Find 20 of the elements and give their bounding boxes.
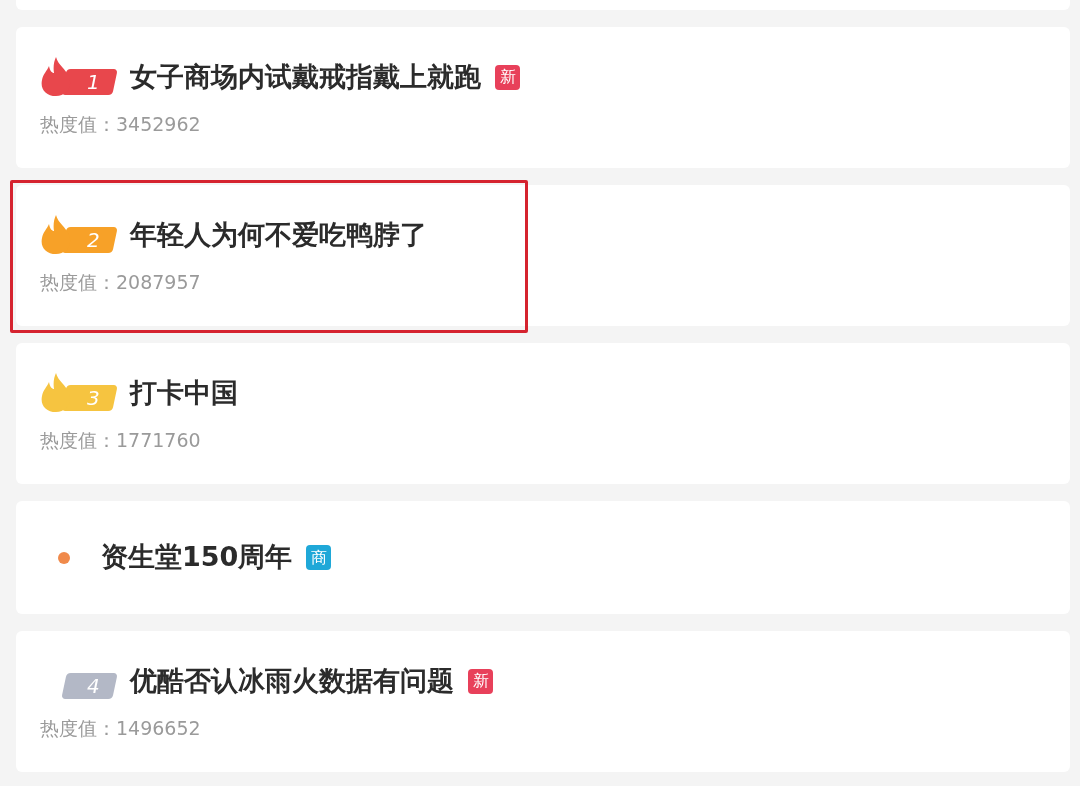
trending-item[interactable]: 4 优酷否认冰雨火数据有问题 新 热度值：1496652 (16, 631, 1070, 772)
topic-title[interactable]: 优酷否认冰雨火数据有问题 (130, 661, 454, 702)
heat-value: 热度值：3452962 (40, 111, 202, 137)
rank-number: 2 (86, 230, 100, 251)
heat-value: 热度值：1771760 (40, 427, 202, 453)
heat-value: 热度值：2087957 (40, 269, 202, 295)
topic-title[interactable]: 资生堂150周年 (101, 537, 293, 578)
heat-value: 热度值：1496652 (40, 715, 202, 741)
trending-item[interactable]: 1 女子商场内试戴戒指戴上就跑 新 热度值：3452962 (16, 27, 1070, 168)
tag-label: 商 (306, 545, 332, 570)
rank-number: 4 (86, 676, 100, 697)
trending-item[interactable]: 3 打卡中国 热度值：1771760 (16, 343, 1070, 484)
topic-title[interactable]: 女子商场内试戴戒指戴上就跑 (130, 57, 481, 98)
topic-title[interactable]: 打卡中国 (130, 373, 238, 414)
rank-number: 3 (86, 388, 100, 409)
tag-label: 新 (468, 668, 493, 694)
rank-number: 1 (86, 72, 100, 93)
topic-title[interactable]: 年轻人为何不爱吃鸭脖了 (130, 215, 427, 256)
tag-label: 新 (495, 64, 520, 90)
trending-item[interactable]: 资生堂150周年 商 (16, 501, 1070, 614)
